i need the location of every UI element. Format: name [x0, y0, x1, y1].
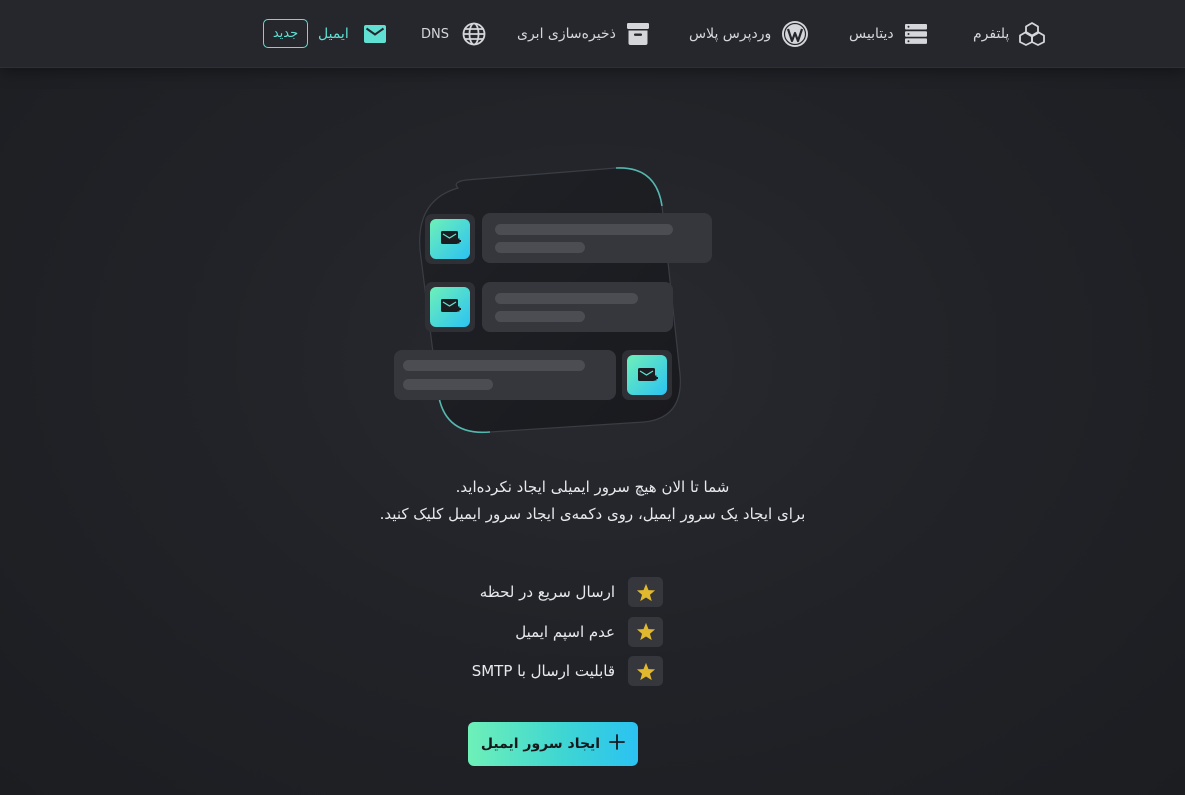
nav-label: ذخیره‌سازی ابری: [517, 26, 616, 42]
globe-icon: [462, 22, 486, 46]
star-icon: [628, 656, 663, 686]
nav-label: DNS: [421, 26, 449, 42]
create-email-server-button[interactable]: ایجاد سرور ایمیل: [468, 722, 638, 766]
top-navigation: پلتفرم دیتابیس وردپرس پلاس: [0, 0, 1185, 68]
archive-box-icon: [626, 22, 650, 46]
star-icon: [628, 577, 663, 607]
feature-item: قابلیت ارسال با SMTP: [440, 655, 670, 687]
feature-text: قابلیت ارسال با SMTP: [471, 662, 615, 680]
empty-state-message-line1: شما تا الان هیچ سرور ایمیلی ایجاد نکرده‌…: [455, 478, 730, 496]
nav-label: پلتفرم: [973, 26, 1010, 42]
nav-label: وردپرس پلاس: [689, 26, 772, 42]
plus-icon: [609, 734, 626, 754]
nav-item-dns[interactable]: DNS: [421, 18, 486, 50]
feature-text: ارسال سریع در لحظه: [479, 583, 615, 601]
nav-item-email[interactable]: ایمیل: [318, 18, 387, 50]
nav-label: دیتابیس: [849, 26, 894, 42]
wordpress-icon: [781, 20, 809, 48]
nav-item-wordpress-plus[interactable]: وردپرس پلاس: [689, 18, 809, 50]
empty-state-message-line2: برای ایجاد یک سرور ایمیل، روی دکمه‌ی ایج…: [379, 505, 806, 523]
cubes-icon: [1019, 21, 1046, 47]
nav-item-database[interactable]: دیتابیس: [849, 18, 928, 50]
feature-item: عدم اسپم ایمیل: [440, 616, 670, 648]
nav-item-platform[interactable]: پلتفرم: [973, 18, 1046, 50]
feature-item: ارسال سریع در لحظه: [440, 576, 670, 608]
create-email-server-label: ایجاد سرور ایمیل: [480, 736, 601, 752]
new-badge: جدید: [263, 19, 308, 48]
feature-text: عدم اسپم ایمیل: [515, 622, 615, 641]
star-icon: [628, 616, 663, 647]
envelope-icon: [363, 24, 387, 44]
nav-label: ایمیل: [318, 26, 349, 42]
features-list: ارسال سریع در لحظه عدم اسپم ایمیل قابلیت…: [440, 576, 670, 695]
nav-item-cloud-storage[interactable]: ذخیره‌سازی ابری: [517, 18, 650, 50]
empty-state-illustration: [380, 160, 720, 440]
database-icon: [904, 23, 928, 45]
